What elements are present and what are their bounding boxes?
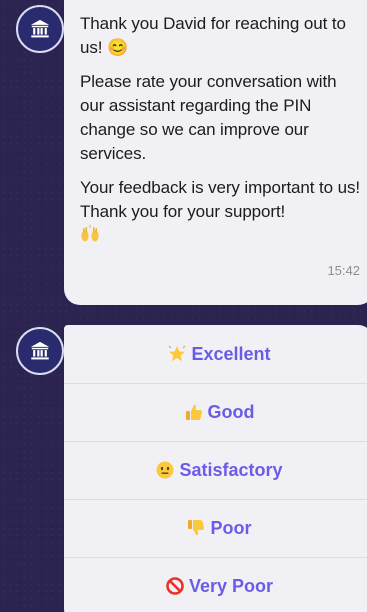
prohibited-icon	[165, 576, 185, 596]
rating-option-label: Good	[207, 401, 255, 422]
message-timestamp: 15:42	[327, 263, 360, 278]
rating-option-satisfactory[interactable]: Satisfactory	[64, 441, 367, 499]
rating-option-label: Excellent	[191, 343, 271, 364]
message-paragraph-rate-request: Please rate your conversation with our a…	[80, 72, 337, 163]
rating-option-excellent[interactable]: Excellent	[64, 325, 367, 383]
bot-message-bubble: Thank you David for reaching out to us! …	[64, 0, 367, 305]
glowing-star-icon	[167, 344, 187, 364]
raising-hands-icon	[80, 224, 100, 244]
bank-icon	[29, 18, 51, 40]
rating-option-good[interactable]: Good	[64, 383, 367, 441]
rating-options-card: Excellent Good Satisfactory Poor Very Po…	[64, 325, 367, 612]
bank-icon	[29, 340, 51, 362]
thumbs-up-icon	[184, 402, 204, 422]
message-paragraph-thanks: Thank you David for reaching out to us! …	[80, 14, 346, 57]
thumbs-down-icon	[186, 518, 206, 538]
rating-option-label: Poor	[210, 517, 252, 538]
rating-option-very-poor[interactable]: Very Poor	[64, 557, 367, 612]
message-paragraph-feedback: Your feedback is very important to us! T…	[80, 178, 360, 221]
rating-option-poor[interactable]: Poor	[64, 499, 367, 557]
rating-option-label: Very Poor	[188, 575, 274, 596]
bot-avatar	[16, 5, 64, 53]
neutral-face-icon	[155, 460, 175, 480]
rating-option-label: Satisfactory	[179, 459, 283, 480]
bot-avatar-options	[16, 327, 64, 375]
